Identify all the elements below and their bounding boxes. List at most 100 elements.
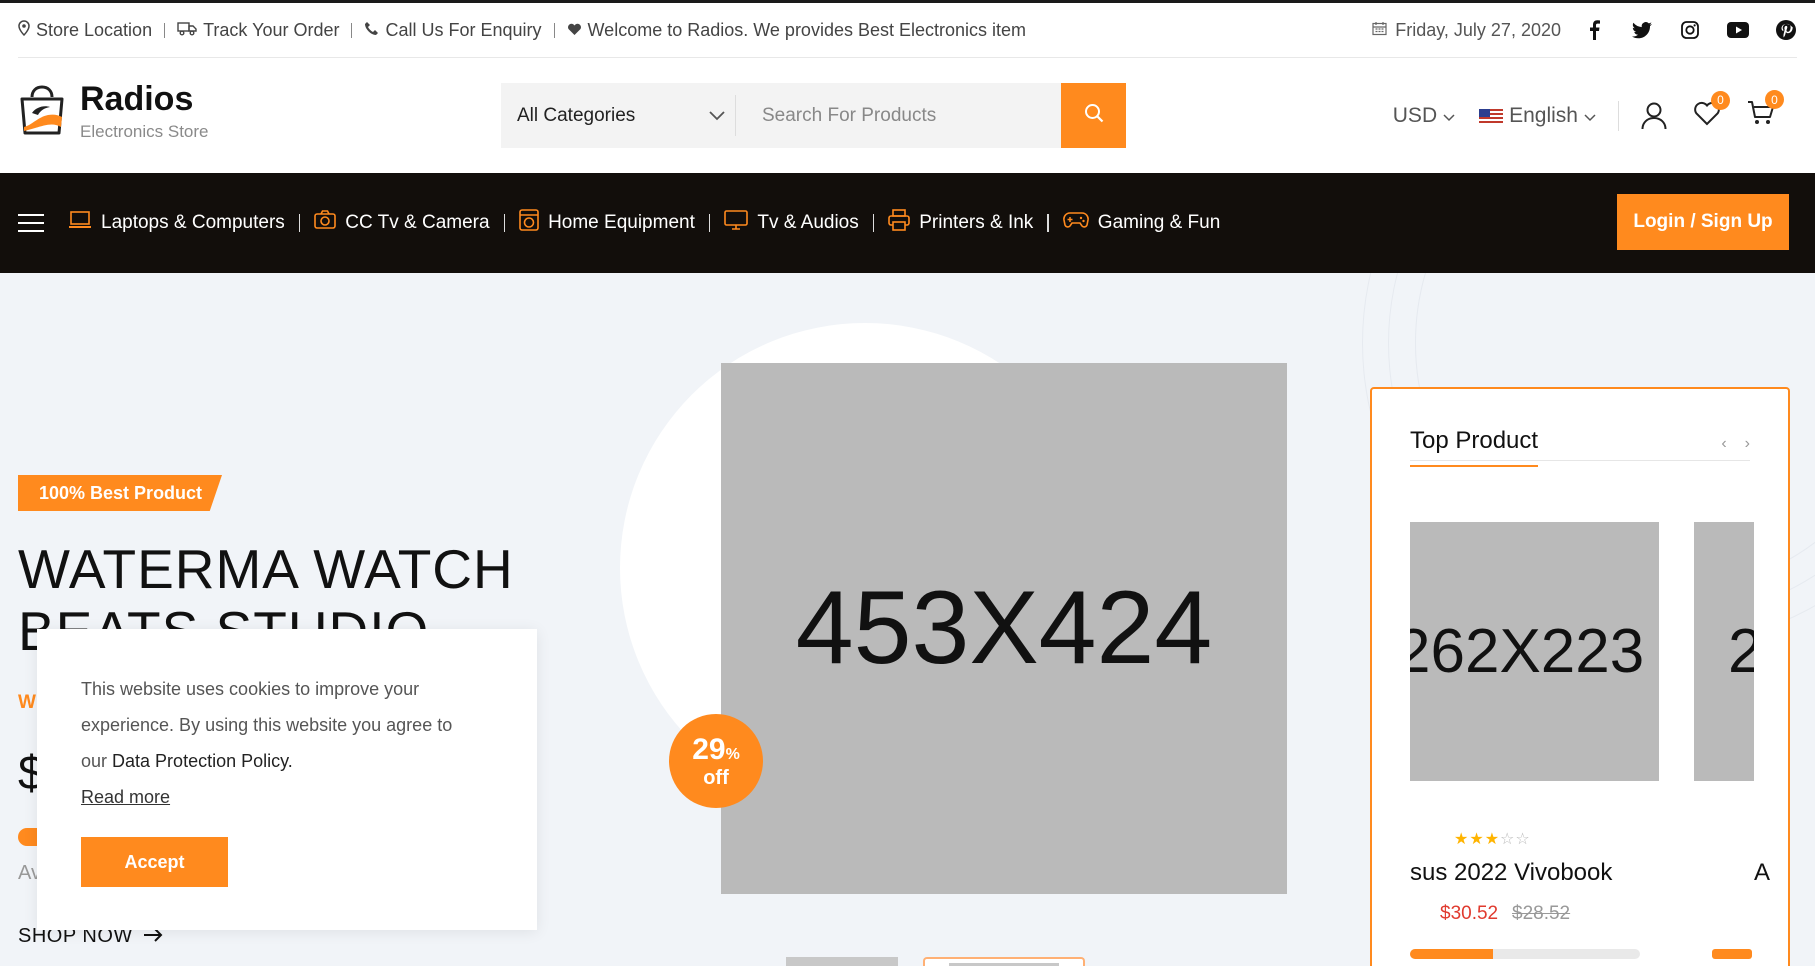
- logo[interactable]: Radios Electronics Store: [18, 82, 209, 142]
- top-product-title: Top Product: [1410, 427, 1539, 467]
- date-text: Friday, July 27, 2020: [1395, 19, 1561, 40]
- top-product-old-price: $28.52: [1512, 903, 1571, 924]
- heart-icon: [567, 20, 582, 41]
- track-order-label: Track Your Order: [203, 19, 340, 40]
- search-button[interactable]: [1061, 83, 1126, 148]
- nav-item-label: Tv & Audios: [757, 212, 859, 233]
- login-signup-button[interactable]: Login / Sign Up: [1617, 194, 1789, 250]
- wishlist-button[interactable]: 0: [1693, 90, 1730, 132]
- twitter-icon[interactable]: [1631, 19, 1653, 41]
- best-product-tag: 100% Best Product: [18, 475, 222, 511]
- logo-title: Radios: [80, 80, 194, 118]
- nav-item-label: Gaming & Fun: [1097, 212, 1221, 233]
- site-header: Radios Electronics Store All Categories …: [0, 58, 1815, 173]
- top-product-image[interactable]: 262X223: [1410, 522, 1659, 781]
- gamepad-icon: [1062, 211, 1089, 235]
- image-placeholder-label: 2: [1728, 616, 1754, 687]
- language-value: English: [1509, 104, 1578, 127]
- main-navigation: Laptops & Computers CC Tv & Camera Home …: [0, 173, 1815, 273]
- cookie-consent-popup: This website uses cookies to improve you…: [37, 629, 537, 930]
- nav-item-tv-audios[interactable]: Tv & Audios: [724, 210, 859, 236]
- star-empty-icon: ☆: [1515, 831, 1531, 848]
- date-display: Friday, July 27, 2020: [1372, 20, 1561, 41]
- laptop-icon: [68, 210, 92, 236]
- cart-count-badge: 0: [1765, 90, 1784, 109]
- calendar-icon: [1372, 20, 1387, 41]
- chevron-down-icon: [709, 105, 725, 127]
- chevron-down-icon: [1584, 104, 1596, 128]
- us-flag-icon: [1479, 108, 1504, 124]
- chevron-down-icon: [1443, 104, 1455, 128]
- top-product-price: $30.52: [1440, 903, 1499, 924]
- cart-button[interactable]: 0: [1747, 90, 1784, 132]
- store-location-label: Store Location: [36, 19, 153, 40]
- user-account-icon[interactable]: [1641, 102, 1667, 130]
- nav-item-gaming[interactable]: Gaming & Fun: [1062, 211, 1221, 235]
- read-more-link[interactable]: Read more: [81, 787, 170, 808]
- hamburger-menu-icon[interactable]: [18, 214, 44, 232]
- printer-icon: [888, 209, 911, 237]
- facebook-icon[interactable]: [1583, 19, 1605, 41]
- stock-progress-bar: [1410, 949, 1640, 959]
- top-product-name[interactable]: A: [1754, 859, 1770, 887]
- search-input[interactable]: [762, 104, 1061, 127]
- stock-progress-bar: [1712, 949, 1752, 959]
- nav-item-cctv-camera[interactable]: CC Tv & Camera: [314, 210, 490, 236]
- hero-product-image[interactable]: 453X424: [721, 363, 1287, 894]
- language-select[interactable]: English: [1479, 104, 1596, 128]
- nav-item-laptops[interactable]: Laptops & Computers: [68, 210, 285, 236]
- youtube-icon[interactable]: [1727, 19, 1749, 41]
- rating-stars: ★★★☆☆: [1454, 829, 1531, 849]
- nav-item-label: Printers & Ink: [919, 212, 1034, 233]
- call-us-link[interactable]: Call Us For Enquiry: [364, 19, 542, 41]
- discount-label: off: [703, 766, 729, 789]
- nav-item-printers[interactable]: Printers & Ink: [888, 209, 1033, 237]
- top-bar: Store Location Track Your Order Call Us …: [0, 0, 1815, 58]
- pinterest-icon[interactable]: [1775, 19, 1797, 41]
- top-product-name[interactable]: sus 2022 Vivobook: [1410, 859, 1612, 887]
- discount-value: 29: [692, 732, 726, 766]
- discount-unit: %: [725, 745, 740, 763]
- instagram-icon[interactable]: [1679, 19, 1701, 41]
- logo-subtitle: Electronics Store: [80, 122, 209, 141]
- nav-item-home-equipment[interactable]: Home Equipment: [519, 209, 695, 237]
- track-order-link[interactable]: Track Your Order: [177, 20, 339, 41]
- hero-thumbnail[interactable]: [786, 957, 898, 966]
- tv-icon: [724, 210, 749, 236]
- discount-badge: 29% off: [669, 714, 763, 808]
- wishlist-count-badge: 0: [1711, 90, 1730, 110]
- camera-icon: [314, 210, 337, 236]
- top-product-panel: Top Product ‹ › 262X223 2 ★★★☆☆ sus 2022…: [1370, 387, 1790, 966]
- cookie-text-block: This website uses cookies to improve you…: [81, 671, 481, 779]
- star-filled-icon: ★: [1454, 831, 1470, 848]
- chevron-left-icon[interactable]: ‹: [1721, 435, 1726, 453]
- data-protection-policy-link[interactable]: Data Protection Policy.: [112, 751, 293, 771]
- currency-select[interactable]: USD: [1393, 104, 1455, 128]
- search-icon: [1084, 103, 1104, 128]
- star-filled-icon: ★: [1469, 831, 1485, 848]
- shopping-bag-logo-icon: [18, 83, 66, 142]
- category-select[interactable]: All Categories: [501, 95, 736, 136]
- call-us-label: Call Us For Enquiry: [385, 19, 542, 40]
- star-filled-icon: ★: [1484, 831, 1501, 848]
- hero-subtitle: W: [18, 692, 36, 713]
- nav-item-label: CC Tv & Camera: [345, 212, 490, 233]
- accept-cookies-button[interactable]: Accept: [81, 837, 228, 887]
- category-select-value: All Categories: [517, 104, 636, 126]
- nav-item-label: Home Equipment: [548, 212, 695, 233]
- phone-icon: [364, 20, 379, 41]
- top-product-image[interactable]: 2: [1694, 522, 1754, 781]
- welcome-message: Welcome to Radios. We provides Best Elec…: [567, 19, 1027, 41]
- chevron-right-icon[interactable]: ›: [1745, 435, 1750, 453]
- stock-progress-fill: [1410, 949, 1493, 959]
- image-placeholder-label: 262X223: [1410, 617, 1645, 686]
- welcome-text: Welcome to Radios. We provides Best Elec…: [587, 19, 1027, 40]
- hero-thumbnail-active[interactable]: [923, 957, 1085, 966]
- store-location-link[interactable]: Store Location: [18, 20, 152, 41]
- truck-icon: [177, 20, 197, 41]
- search-bar: All Categories: [501, 83, 1126, 148]
- map-pin-icon: [18, 19, 30, 41]
- star-empty-icon: ☆: [1500, 831, 1516, 848]
- washing-machine-icon: [519, 209, 539, 237]
- nav-item-label: Laptops & Computers: [101, 212, 285, 233]
